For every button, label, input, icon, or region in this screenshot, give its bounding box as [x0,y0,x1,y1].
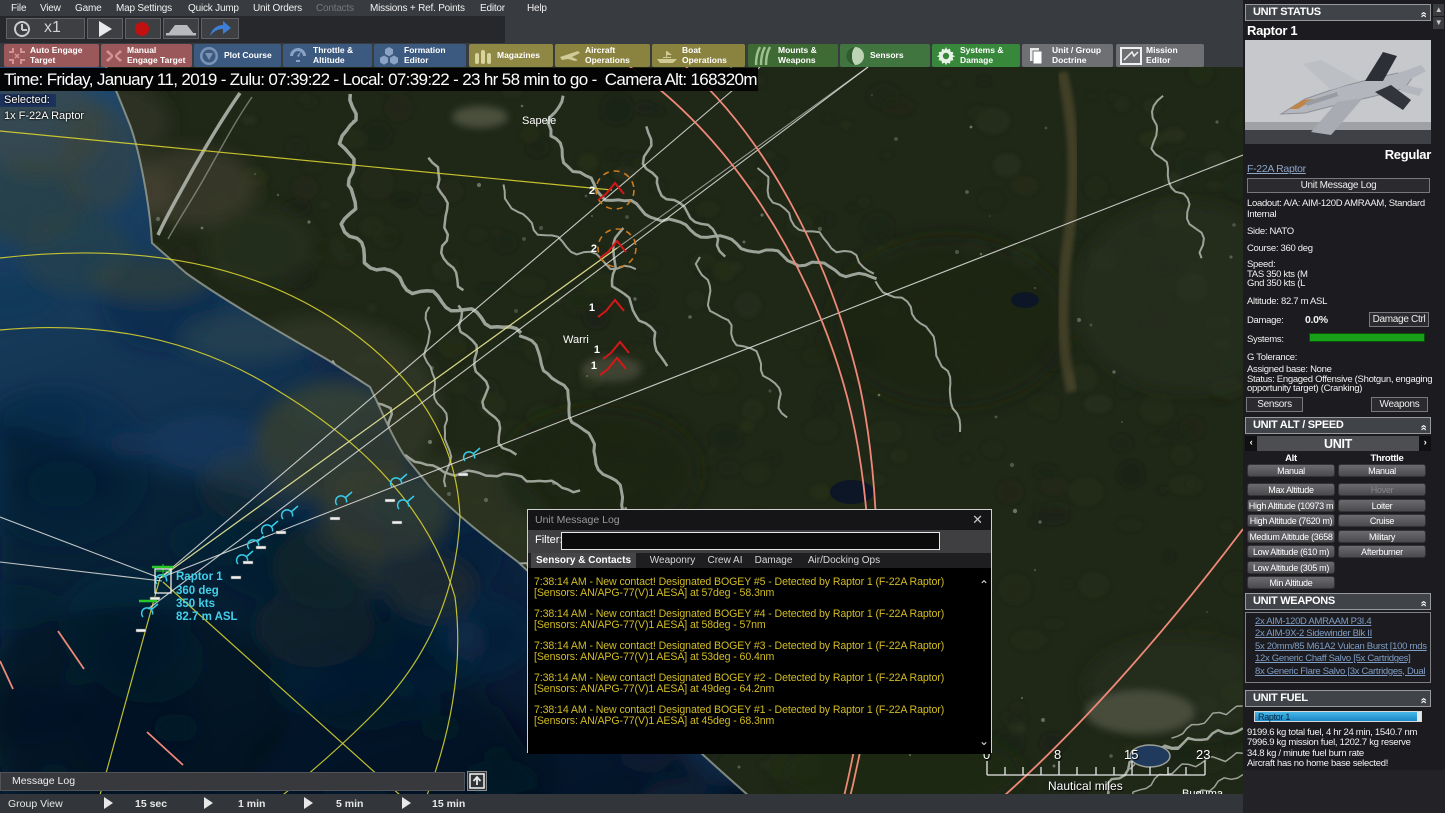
svg-text:Nautical miles: Nautical miles [1048,779,1123,793]
svg-text:82.7 m ASL: 82.7 m ASL [176,611,238,623]
svg-text:2: 2 [589,185,595,197]
svg-text:2: 2 [591,243,597,255]
svg-text:8: 8 [1054,747,1061,762]
svg-text:1: 1 [594,344,600,356]
svg-text:23: 23 [1196,747,1210,762]
svg-text:1: 1 [589,302,595,314]
svg-text:15: 15 [1124,747,1138,762]
svg-text:Sapele: Sapele [522,115,556,127]
svg-text:1: 1 [591,360,597,372]
svg-text:350 kts: 350 kts [176,598,215,610]
svg-text:360 deg: 360 deg [176,585,219,597]
svg-text:Warri: Warri [563,334,589,346]
svg-text:Raptor 1: Raptor 1 [176,571,223,583]
